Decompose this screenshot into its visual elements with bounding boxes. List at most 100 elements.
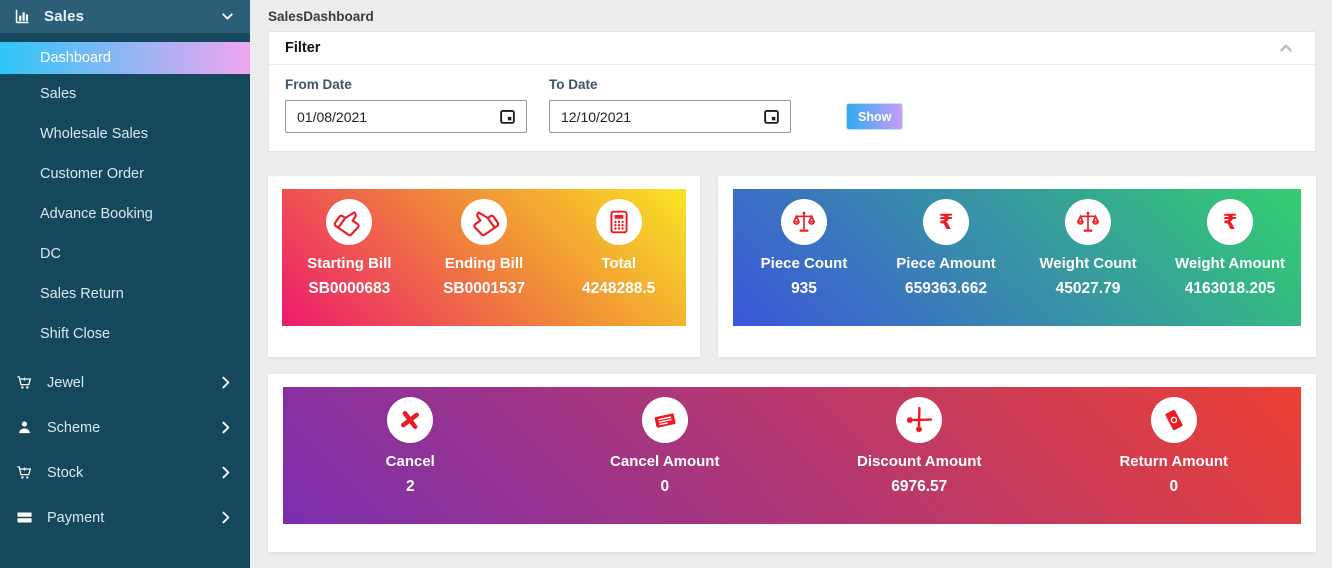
sidebar-header-sales[interactable]: Sales [0,0,250,34]
sidebar-item-label: Wholesale Sales [40,126,148,142]
stat-cancel: Cancel 2 [283,387,538,524]
sidebar-item-jewel[interactable]: Jewel [0,360,250,405]
cart-icon [16,464,33,481]
to-date-label: To Date [549,77,791,92]
stat-return-amount: Return Amount 0 [1047,387,1302,524]
sidebar-item-dc[interactable]: DC [0,234,250,274]
bill-summary-card: Starting Bill SB0000683 Ending Bill SB00… [282,189,686,326]
stat-label: Weight Count [1039,255,1136,272]
stat-label: Piece Count [761,255,848,272]
filter-body: From Date 01/08/2021 To Date 12/10/2021 [269,65,1315,151]
sidebar-item-label: Stock [47,465,83,481]
sidebar-header-label: Sales [44,8,84,25]
sidebar-groups: Jewel Scheme [0,360,250,540]
sidebar: Sales Dashboard Sales Wholesale Sales Cu… [0,0,250,568]
sidebar-item-label: Jewel [47,375,84,391]
filter-panel-header: Filter [269,32,1315,65]
x-mark-icon [387,397,433,443]
stat-weight-count: Weight Count 45027.79 [1017,189,1159,326]
balance-scale-icon [781,199,827,245]
stat-label: Weight Amount [1175,255,1285,272]
stat-value: 4248288.5 [582,280,655,298]
stat-value: 4163018.205 [1185,280,1276,298]
rupee-icon: ₹ [923,199,969,245]
sidebar-item-label: Shift Close [40,326,110,342]
stat-starting-bill: Starting Bill SB0000683 [282,189,417,326]
chevron-right-icon [217,464,234,481]
stat-label: Cancel [386,453,435,470]
show-button[interactable]: Show [846,103,903,130]
stat-label: Discount Amount [857,453,981,470]
sidebar-item-label: Customer Order [40,166,144,182]
sidebar-item-label: Sales [40,86,76,102]
stat-label: Ending Bill [445,255,523,272]
sidebar-item-label: DC [40,246,61,262]
from-date-input[interactable]: 01/08/2021 [285,100,527,133]
stat-label: Piece Amount [896,255,995,272]
calendar-icon[interactable] [499,108,516,125]
chevron-right-icon [217,419,234,436]
summary-row-2: Cancel 2 Cancel Amount 0 D [268,374,1316,552]
main-content: SalesDashboard Filter From Date 01/08/20… [250,0,1332,568]
chevron-right-icon [217,374,234,391]
piece-weight-summary-card: Piece Count 935 ₹ Piece Amount 659363.66… [733,189,1301,326]
stat-value: 2 [406,478,415,496]
stat-value: 935 [791,280,817,298]
filter-panel: Filter From Date 01/08/2021 To Date [268,31,1316,152]
stat-value: 45027.79 [1056,280,1121,298]
sidebar-item-advance-booking[interactable]: Advance Booking [0,194,250,234]
thumbs-up-left-icon [461,199,507,245]
sidebar-item-label: Dashboard [40,50,111,66]
stat-cancel-amount: Cancel Amount 0 [538,387,793,524]
stat-weight-amount: ₹ Weight Amount 4163018.205 [1159,189,1301,326]
balance-scale-icon [1065,199,1111,245]
sidebar-item-shift-close[interactable]: Shift Close [0,314,250,354]
stat-label: Starting Bill [307,255,391,272]
cancel-discount-summary-panel: Cancel 2 Cancel Amount 0 D [268,374,1316,552]
to-date-input[interactable]: 12/10/2021 [549,100,791,133]
cancel-discount-summary-card: Cancel 2 Cancel Amount 0 D [283,387,1301,524]
stat-label: Cancel Amount [610,453,719,470]
stat-value: SB0001537 [443,280,525,298]
sidebar-item-customer-order[interactable]: Customer Order [0,154,250,194]
sidebar-item-dashboard[interactable]: Dashboard [0,42,250,74]
calculator-icon [596,199,642,245]
money-bill-icon [1151,397,1197,443]
stat-label: Return Amount [1119,453,1228,470]
scissors-icon [896,397,942,443]
stat-value: 0 [1169,478,1178,496]
from-date-field: From Date 01/08/2021 [285,77,527,133]
stat-piece-amount: ₹ Piece Amount 659363.662 [875,189,1017,326]
rupee-icon: ₹ [1207,199,1253,245]
from-date-value: 01/08/2021 [297,109,367,125]
sidebar-item-wholesale-sales[interactable]: Wholesale Sales [0,114,250,154]
sidebar-item-sales[interactable]: Sales [0,74,250,114]
chevron-down-icon [219,8,236,25]
page-title: SalesDashboard [268,9,1316,24]
sidebar-item-payment[interactable]: Payment [0,495,250,540]
summary-row-1: Starting Bill SB0000683 Ending Bill SB00… [268,176,1316,357]
money-check-icon [642,397,688,443]
sidebar-item-sales-return[interactable]: Sales Return [0,274,250,314]
sidebar-item-scheme[interactable]: Scheme [0,405,250,450]
sidebar-item-label: Advance Booking [40,206,153,222]
stat-label: Total [601,255,636,272]
stat-total: Total 4248288.5 [551,189,686,326]
chart-bar-icon [14,8,31,25]
stat-piece-count: Piece Count 935 [733,189,875,326]
chevron-right-icon [217,509,234,526]
from-date-label: From Date [285,77,527,92]
filter-title: Filter [285,40,320,56]
sidebar-item-stock[interactable]: Stock [0,450,250,495]
stat-value: SB0000683 [308,280,390,298]
to-date-field: To Date 12/10/2021 [549,77,791,133]
cart-icon [16,374,33,391]
sidebar-nav: Dashboard Sales Wholesale Sales Customer… [0,42,250,540]
calendar-icon[interactable] [763,108,780,125]
stat-value: 0 [660,478,669,496]
chevron-up-icon[interactable] [1277,39,1299,57]
stat-value: 659363.662 [905,280,987,298]
credit-card-icon [16,509,33,526]
to-date-value: 12/10/2021 [561,109,631,125]
sidebar-item-label: Sales Return [40,286,124,302]
